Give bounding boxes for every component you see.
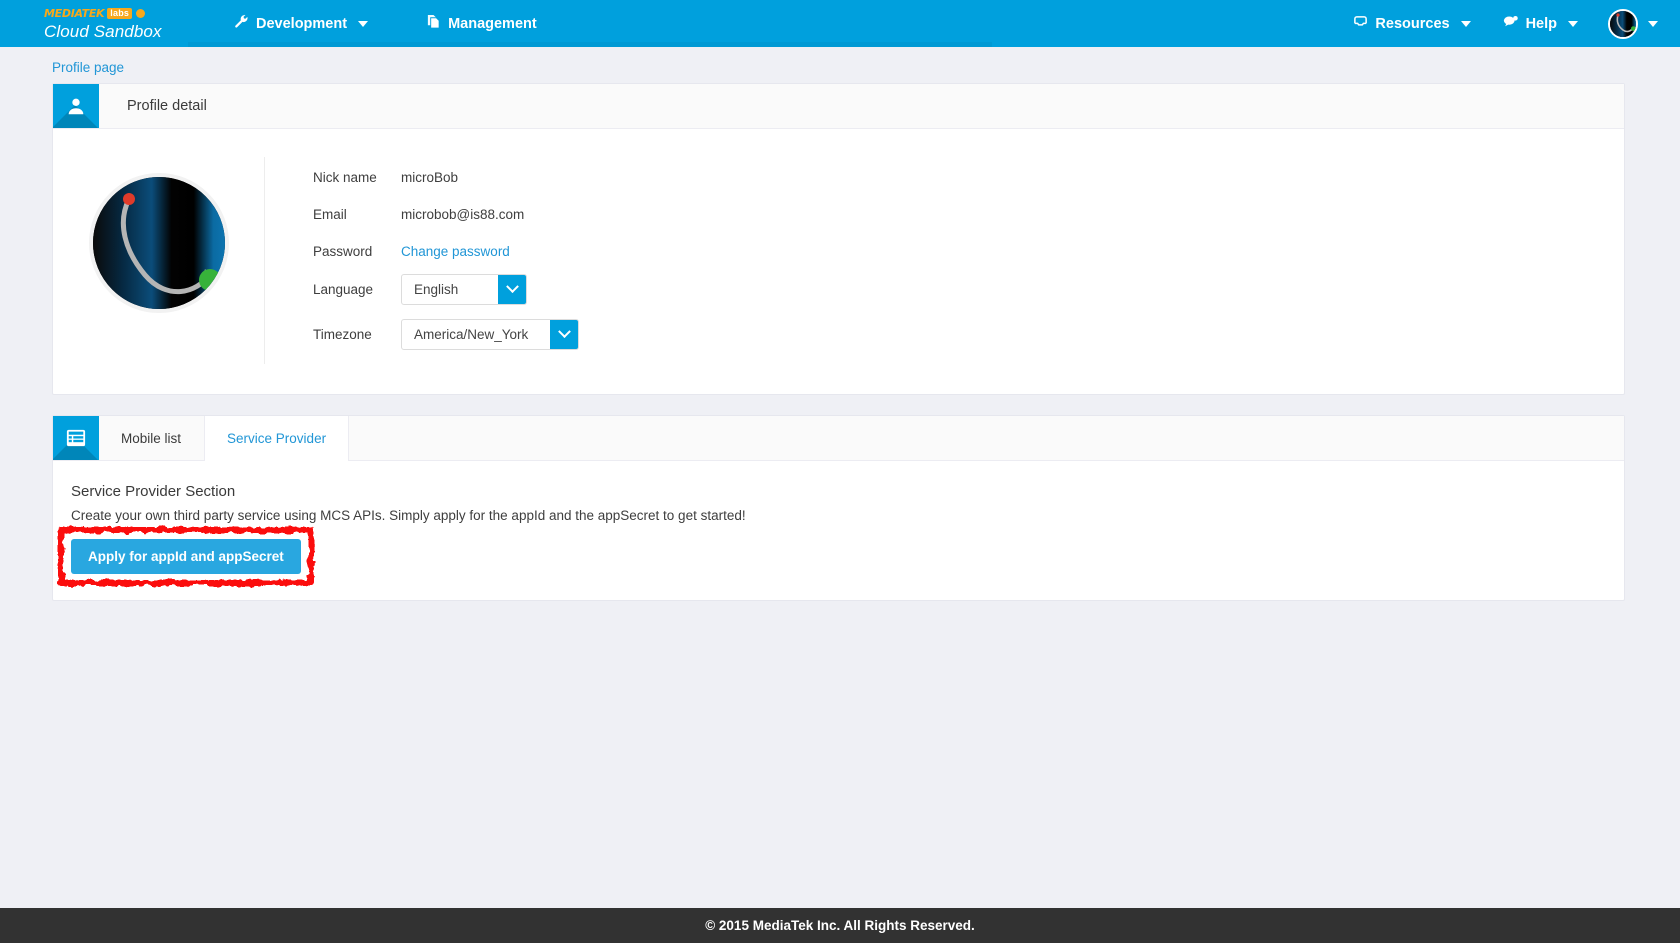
tab-bar: Mobile list Service Provider <box>53 416 1624 461</box>
inbox-icon <box>1353 14 1368 33</box>
language-select[interactable]: English <box>401 274 527 305</box>
secondary-nav: Resources Help <box>1337 0 1680 47</box>
field-email-label: Email <box>313 206 347 222</box>
brand-dot-icon <box>136 9 146 18</box>
field-password-label: Password <box>313 243 373 259</box>
chevron-down-icon[interactable] <box>498 275 526 304</box>
field-email: Email microbob@is88.com <box>313 200 1624 228</box>
nav-item-management-label: Management <box>448 15 537 32</box>
brand-logo-top: MEDIATEK labs <box>44 7 174 20</box>
copyright-text: © 2015 MediaTek Inc. All Rights Reserved… <box>705 918 975 933</box>
chevron-down-icon <box>1460 20 1471 27</box>
breadcrumb[interactable]: Profile page <box>52 60 1680 75</box>
brand-product-name: Cloud Sandbox <box>44 22 162 41</box>
nav-item-development-label: Development <box>256 15 348 32</box>
primary-nav: Development Management <box>218 0 553 47</box>
brand-labs-badge: labs <box>107 8 133 19</box>
tab-mobile-list-label: Mobile list <box>121 430 182 446</box>
chevron-down-icon <box>358 20 369 27</box>
field-language: Language English <box>313 274 1624 305</box>
field-timezone: Timezone America/New_York <box>313 319 1624 350</box>
avatar-column <box>53 157 265 364</box>
wrench-icon <box>234 14 249 33</box>
profile-avatar-image[interactable] <box>88 173 229 313</box>
field-timezone-label: Timezone <box>313 327 372 342</box>
service-provider-panel: Service Provider Section Create your own… <box>53 461 1624 600</box>
brand-mediatek-text: MEDIATEK <box>44 7 105 20</box>
nav-item-resources-label: Resources <box>1375 15 1450 32</box>
nav-item-help-label: Help <box>1525 15 1557 32</box>
field-nick-name-value: microBob <box>401 169 459 185</box>
chat-icon <box>1503 14 1519 33</box>
profile-card-header: Profile detail <box>53 84 1624 129</box>
brand-logo[interactable]: MEDIATEK labs Cloud Sandbox <box>44 7 174 40</box>
tab-service-provider-label: Service Provider <box>227 430 327 446</box>
timezone-select-value: America/New_York <box>414 327 529 342</box>
nav-item-development[interactable]: Development <box>218 0 384 47</box>
field-nick-name: Nick name microBob <box>313 163 1624 191</box>
documents-icon <box>426 14 441 33</box>
chevron-down-icon[interactable] <box>1648 20 1658 27</box>
apply-button-wrapper: Apply for appId and appSecret <box>58 527 314 586</box>
nav-item-management[interactable]: Management <box>410 0 553 47</box>
profile-detail-card: Profile detail Nick name microBob Email … <box>52 83 1625 395</box>
avatar[interactable] <box>1608 8 1638 39</box>
field-email-value: microbob@is88.com <box>401 206 525 222</box>
tab-service-provider[interactable]: Service Provider <box>204 416 350 461</box>
field-nick-name-label: Nick name <box>313 169 377 185</box>
profile-body: Nick name microBob Email microbob@is88.c… <box>53 129 1624 394</box>
profile-form: Nick name microBob Email microbob@is88.c… <box>265 157 1624 364</box>
service-provider-card: Mobile list Service Provider Service Pro… <box>52 415 1625 601</box>
nav-item-help[interactable]: Help <box>1487 0 1594 47</box>
chevron-down-icon <box>1568 20 1578 27</box>
list-icon <box>53 416 99 460</box>
section-description: Create your own third party service usin… <box>71 508 746 523</box>
language-select-value: English <box>414 282 459 297</box>
section-title: Service Provider Section <box>71 483 236 500</box>
change-password-link[interactable]: Change password <box>401 244 510 259</box>
apply-appid-appsecret-button[interactable]: Apply for appId and appSecret <box>71 539 301 574</box>
field-language-label: Language <box>313 282 374 297</box>
nav-active-band <box>188 42 992 47</box>
page-content: Profile page Profile detail Nick name mi… <box>0 60 1680 601</box>
user-icon <box>53 84 99 128</box>
tab-mobile-list[interactable]: Mobile list <box>99 416 204 460</box>
top-navigation-bar: MEDIATEK labs Cloud Sandbox Development … <box>0 0 1680 47</box>
page-title: Profile detail <box>127 98 207 114</box>
chevron-down-icon[interactable] <box>550 320 578 349</box>
footer: © 2015 MediaTek Inc. All Rights Reserved… <box>0 908 1680 943</box>
field-password: Password Change password <box>313 237 1624 265</box>
nav-item-resources[interactable]: Resources <box>1337 0 1486 47</box>
timezone-select[interactable]: America/New_York <box>401 319 579 350</box>
